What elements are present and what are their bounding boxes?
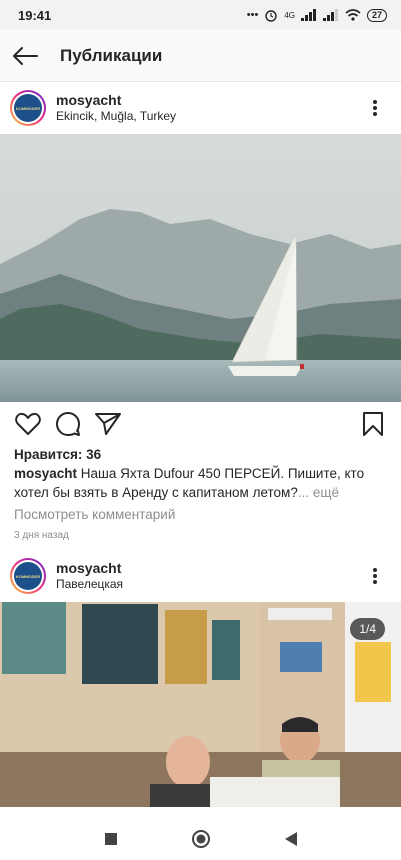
avatar[interactable]: KOMMODER: [10, 90, 46, 126]
post-header: KOMMODER mosyacht Ekincik, Muğla, Turkey: [0, 82, 401, 134]
bookmark-icon: [363, 412, 383, 436]
post-image-sailboat[interactable]: [0, 134, 401, 402]
avatar-logo-text: KOMMODER: [15, 573, 41, 579]
battery-indicator: 27: [366, 8, 387, 22]
share-button[interactable]: [94, 410, 122, 438]
signal-icon-2: [322, 9, 338, 21]
post-date: 3 дня назад: [14, 530, 69, 541]
more-vertical-icon: [373, 568, 377, 584]
sailboat-photo: [0, 134, 401, 402]
likes-count[interactable]: Нравится: 36: [0, 446, 401, 464]
view-comments-link[interactable]: Посмотреть комментарий: [0, 504, 401, 526]
page-title: Публикации: [60, 45, 163, 65]
feed: KOMMODER mosyacht Ekincik, Muğla, Turkey: [0, 82, 401, 807]
post-actions: [0, 402, 401, 446]
alarm-icon: [265, 10, 278, 22]
paper-plane-icon: [95, 413, 121, 435]
post-header: KOMMODER mosyacht Павелецкая: [0, 550, 401, 602]
caption-username[interactable]: mosyacht: [14, 466, 77, 481]
avatar-logo-text: KOMMODER: [15, 105, 41, 111]
post-location[interactable]: Ekincik, Muğla, Turkey: [56, 109, 176, 124]
wifi-icon: [345, 9, 361, 21]
post-caption: mosyacht Наша Яхта Dufour 450 ПЕРСЕЙ. Пи…: [0, 464, 401, 502]
post-username[interactable]: mosyacht: [56, 560, 123, 577]
comment-icon: [56, 412, 80, 436]
back-button[interactable]: [0, 30, 50, 82]
home-button[interactable]: [191, 829, 211, 849]
status-time: 19:41: [18, 7, 52, 23]
carousel-counter: 1/4: [350, 618, 385, 640]
square-icon: [104, 833, 117, 845]
system-nav-bar: [0, 818, 401, 860]
avatar[interactable]: KOMMODER: [10, 558, 46, 594]
network-label: 4G: [284, 10, 295, 20]
arrow-left-icon: [13, 46, 38, 65]
status-bar: 19:41 ••• 4G 27: [0, 0, 401, 30]
post-options-button[interactable]: [363, 96, 387, 120]
post-options-button[interactable]: [363, 564, 387, 588]
recents-button[interactable]: [101, 829, 121, 849]
post-image-office[interactable]: 1/4: [0, 602, 401, 807]
post-location[interactable]: Павелецкая: [56, 577, 123, 592]
like-button[interactable]: [14, 410, 42, 438]
status-icons: ••• 4G 27: [247, 8, 387, 22]
top-bar: Публикации: [0, 30, 401, 82]
caption-more-link[interactable]: ... ещё: [298, 485, 339, 500]
triangle-back-icon: [284, 832, 297, 846]
signal-icon: [300, 9, 316, 21]
more-vertical-icon: [373, 100, 377, 116]
circle-icon: [191, 830, 210, 848]
office-photo: [0, 602, 401, 807]
heart-icon: [15, 412, 41, 435]
comment-button[interactable]: [54, 410, 82, 438]
save-button[interactable]: [359, 410, 387, 438]
back-nav-button[interactable]: [281, 829, 301, 849]
post-username[interactable]: mosyacht: [56, 92, 176, 109]
notification-dots-icon: •••: [246, 9, 259, 21]
